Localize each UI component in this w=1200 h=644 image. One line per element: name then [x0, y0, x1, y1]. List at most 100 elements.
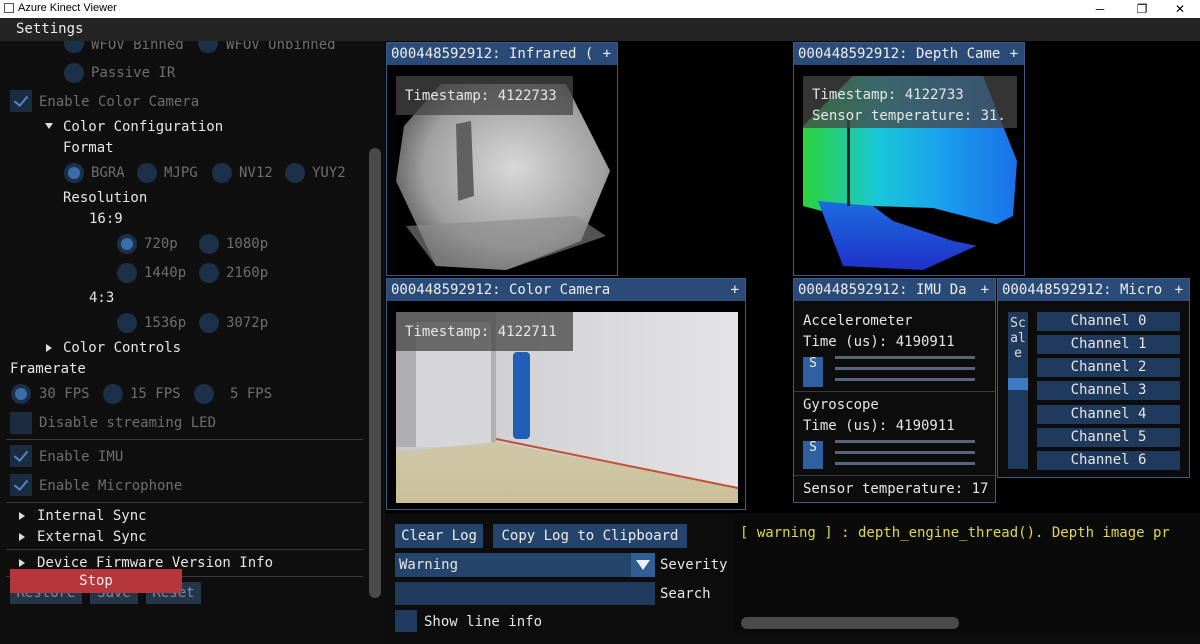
format-mjpg-radio[interactable]	[137, 163, 157, 183]
menu-settings[interactable]: Settings	[16, 21, 83, 37]
gyroscope-label: Gyroscope	[803, 397, 879, 413]
aspect-16-9-label: 16:9	[89, 211, 123, 227]
log-output: [ warning ] : depth_engine_thread(). Dep…	[733, 513, 1200, 633]
micro-window-title[interactable]: 000448592912: Micro +	[998, 279, 1189, 301]
color-window-title[interactable]: 000448592912: Color Camera +	[387, 279, 745, 301]
severity-value: Warning	[399, 557, 459, 573]
res-2160p-label: 2160p	[226, 265, 269, 281]
depth-window-title[interactable]: 000448592912: Depth Came +	[794, 43, 1024, 65]
depth-window: 000448592912: Depth Came + Timestamp: 41…	[793, 42, 1025, 276]
imu-title-text: 000448592912: IMU Da	[798, 282, 967, 298]
close-button[interactable]: ✕	[1160, 0, 1200, 18]
expand-plus-icon[interactable]: +	[603, 43, 611, 65]
expand-arrow-icon[interactable]	[19, 533, 25, 541]
fps-15-radio[interactable]	[103, 384, 123, 404]
enable-microphone-checkbox[interactable]	[10, 474, 32, 496]
menu-bar: Settings	[0, 18, 1200, 41]
wfov-binned-radio[interactable]	[64, 41, 84, 53]
expand-plus-icon[interactable]: +	[1175, 279, 1183, 301]
stop-button[interactable]: Stop	[10, 569, 182, 593]
settings-scrollbar[interactable]	[369, 148, 381, 598]
infrared-title-text: 000448592912: Infrared (	[391, 46, 594, 62]
show-line-info-checkbox[interactable]	[395, 610, 417, 632]
scale-slider-grab[interactable]	[1008, 378, 1028, 390]
gyroscope-time: Time (us): 4190911	[803, 418, 955, 434]
imu-window-title[interactable]: 000448592912: IMU Da +	[794, 279, 995, 301]
copy-log-button[interactable]: Copy Log to Clipboard	[493, 524, 687, 548]
res-1536p-label: 1536p	[144, 315, 187, 331]
fps-15-label: 15 FPS	[130, 386, 181, 402]
res-1536p-radio[interactable]	[117, 313, 137, 333]
severity-dropdown[interactable]: Warning	[395, 553, 655, 577]
format-bgra-radio[interactable]	[64, 163, 84, 183]
infrared-timestamp: Timestamp: 4122733	[405, 88, 557, 104]
color-controls-header[interactable]: Color Controls	[63, 340, 181, 356]
res-1440p-radio[interactable]	[117, 263, 137, 283]
gyro-z-plot	[835, 462, 975, 465]
enable-microphone-label: Enable Microphone	[39, 478, 183, 494]
fps-30-radio[interactable]	[11, 384, 31, 404]
accelerometer-label: Accelerometer	[803, 313, 913, 329]
aspect-4-3-label: 4:3	[89, 290, 115, 306]
gyro-scale-slider[interactable]: S	[803, 441, 823, 469]
expand-plus-icon[interactable]: +	[981, 279, 989, 301]
framerate-label: Framerate	[10, 361, 86, 377]
passive-ir-label: Passive IR	[91, 65, 176, 81]
enable-color-camera-checkbox[interactable]	[10, 90, 32, 112]
wfov-unbinned-label: WFOV Unbinned	[226, 41, 336, 53]
res-3072p-label: 3072p	[226, 315, 269, 331]
external-sync-header[interactable]: External Sync	[37, 529, 147, 545]
search-input[interactable]	[395, 582, 655, 605]
collapse-arrow-icon[interactable]	[45, 123, 53, 129]
res-3072p-radio[interactable]	[199, 313, 219, 333]
channel-3-button[interactable]: Channel 3	[1037, 381, 1180, 400]
channel-4-button[interactable]: Channel 4	[1037, 405, 1180, 424]
enable-color-camera-label: Enable Color Camera	[39, 94, 200, 110]
resolution-label: Resolution	[63, 190, 148, 206]
channel-0-button[interactable]: Channel 0	[1037, 312, 1180, 331]
chevron-down-icon[interactable]	[631, 553, 655, 577]
format-nv12-radio[interactable]	[212, 163, 232, 183]
minimize-button[interactable]: ─	[1080, 0, 1120, 18]
res-1080p-radio[interactable]	[199, 234, 219, 254]
enable-imu-label: Enable IMU	[39, 449, 124, 465]
format-yuy2-radio[interactable]	[285, 163, 305, 183]
expand-arrow-icon[interactable]	[46, 344, 52, 352]
expand-arrow-icon[interactable]	[19, 512, 25, 520]
log-horizontal-scrollbar[interactable]	[741, 617, 959, 629]
format-nv12-label: NV12	[239, 165, 273, 181]
accel-x-plot	[835, 356, 975, 359]
fps-5-radio[interactable]	[194, 384, 214, 404]
disable-led-checkbox[interactable]	[10, 412, 32, 434]
res-720p-radio[interactable]	[117, 234, 137, 254]
channel-2-button[interactable]: Channel 2	[1037, 358, 1180, 377]
gyro-y-plot	[835, 451, 975, 454]
maximize-button[interactable]: ❐	[1122, 0, 1162, 18]
channel-5-button[interactable]: Channel 5	[1037, 428, 1180, 447]
color-timestamp: Timestamp: 4122711	[405, 324, 557, 340]
res-1080p-label: 1080p	[226, 236, 269, 252]
expand-arrow-icon[interactable]	[19, 559, 25, 567]
wfov-unbinned-radio[interactable]	[198, 41, 218, 53]
separator	[794, 391, 995, 392]
micro-scale-slider[interactable]: Scale	[1008, 312, 1028, 469]
window-title: Azure Kinect Viewer	[18, 2, 117, 14]
res-2160p-radio[interactable]	[199, 263, 219, 283]
expand-plus-icon[interactable]: +	[731, 279, 739, 301]
disable-led-label: Disable streaming LED	[39, 415, 217, 431]
channel-1-button[interactable]: Channel 1	[1037, 335, 1180, 354]
expand-plus-icon[interactable]: +	[1010, 43, 1018, 65]
channel-6-button[interactable]: Channel 6	[1037, 451, 1180, 470]
internal-sync-header[interactable]: Internal Sync	[37, 508, 147, 524]
infrared-window-title[interactable]: 000448592912: Infrared ( +	[387, 43, 617, 65]
settings-panel: WFOV Binned WFOV Unbinned Passive IR Ena…	[0, 41, 385, 644]
microphone-window: 000448592912: Micro + Scale	[997, 278, 1190, 478]
color-camera-window: 000448592912: Color Camera + Timestamp: …	[386, 278, 746, 510]
color-configuration-header[interactable]: Color Configuration	[63, 119, 223, 135]
clear-log-button[interactable]: Clear Log	[395, 524, 483, 548]
passive-ir-radio[interactable]	[64, 63, 84, 83]
window-titlebar: Azure Kinect Viewer ─ ❐ ✕	[0, 0, 1200, 18]
depth-overlay: Timestamp: 4122733 Sensor temperature: 3…	[803, 76, 1017, 128]
accel-scale-slider[interactable]: S	[803, 357, 823, 387]
enable-imu-checkbox[interactable]	[10, 445, 32, 467]
